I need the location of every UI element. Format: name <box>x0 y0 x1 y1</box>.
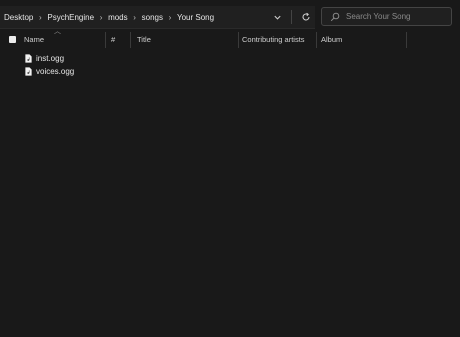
address-bar[interactable]: Desktop › PsychEngine › mods › songs › Y… <box>0 6 315 29</box>
breadcrumb-separator[interactable]: › <box>34 13 46 22</box>
column-separator[interactable] <box>105 32 106 48</box>
file-explorer-window: Desktop › PsychEngine › mods › songs › Y… <box>0 0 460 337</box>
refresh-icon[interactable] <box>300 12 311 23</box>
audio-file-icon <box>25 67 32 76</box>
column-name[interactable]: Name <box>21 32 104 48</box>
address-actions <box>272 6 311 28</box>
column-header-row: ︿ Name # Title Contributing artists Albu… <box>0 28 460 48</box>
breadcrumb-separator[interactable]: › <box>164 13 176 22</box>
list-item[interactable]: voices.ogg <box>0 65 460 78</box>
breadcrumb-separator[interactable]: › <box>129 13 141 22</box>
file-name: inst.ogg <box>36 54 65 63</box>
column-number[interactable]: # <box>108 32 129 48</box>
search-input[interactable]: Search Your Song <box>321 7 452 26</box>
column-separator[interactable] <box>406 32 407 48</box>
column-album[interactable]: Album <box>318 32 406 48</box>
select-all-checkbox[interactable] <box>9 36 16 43</box>
breadcrumb-item-songs[interactable]: songs <box>141 13 164 22</box>
breadcrumb-item-your-song[interactable]: Your Song <box>176 13 215 22</box>
audio-file-icon <box>25 54 32 63</box>
breadcrumb-item-mods[interactable]: mods <box>107 13 129 22</box>
file-name: voices.ogg <box>36 67 75 76</box>
column-separator[interactable] <box>130 32 131 48</box>
column-separator[interactable] <box>316 32 317 48</box>
column-contributing-artists[interactable]: Contributing artists <box>239 32 318 48</box>
breadcrumb: Desktop › PsychEngine › mods › songs › Y… <box>0 13 215 22</box>
search-placeholder: Search Your Song <box>346 12 411 21</box>
address-divider <box>291 10 292 24</box>
breadcrumb-separator[interactable]: › <box>95 13 107 22</box>
search-icon <box>330 12 340 21</box>
breadcrumb-item-psychengine[interactable]: PsychEngine <box>46 13 95 22</box>
file-list: inst.ogg voices.ogg <box>0 52 460 78</box>
chevron-down-icon[interactable] <box>272 12 283 23</box>
column-title[interactable]: Title <box>134 32 237 48</box>
breadcrumb-item-desktop[interactable]: Desktop <box>3 13 34 22</box>
list-item[interactable]: inst.ogg <box>0 52 460 65</box>
